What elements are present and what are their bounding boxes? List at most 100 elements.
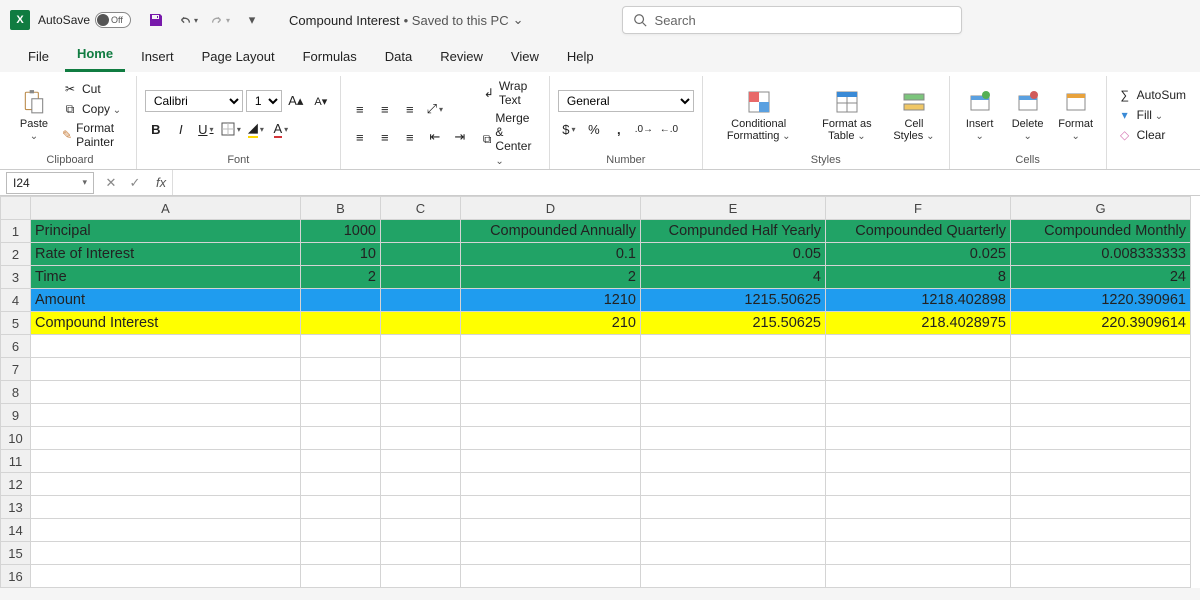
cell[interactable]: [1011, 427, 1191, 450]
cell[interactable]: [1011, 404, 1191, 427]
row-header-4[interactable]: 4: [1, 289, 31, 312]
cell[interactable]: [461, 519, 641, 542]
cell[interactable]: [1011, 335, 1191, 358]
cell[interactable]: [826, 427, 1011, 450]
cell-E1[interactable]: Compunded Half Yearly: [641, 220, 826, 243]
cell[interactable]: [381, 450, 461, 473]
row-header-6[interactable]: 6: [1, 335, 31, 358]
increase-font-icon[interactable]: A▴: [285, 90, 307, 112]
cell-A2[interactable]: Rate of Interest: [31, 243, 301, 266]
tab-data[interactable]: Data: [373, 43, 424, 72]
col-header-G[interactable]: G: [1011, 197, 1191, 220]
font-name-select[interactable]: Calibri: [145, 90, 243, 112]
cell[interactable]: [641, 358, 826, 381]
tab-file[interactable]: File: [16, 43, 61, 72]
cell-E4[interactable]: 1215.50625: [641, 289, 826, 312]
row-header-10[interactable]: 10: [1, 427, 31, 450]
cell[interactable]: [381, 542, 461, 565]
cell[interactable]: [1011, 473, 1191, 496]
cell[interactable]: [461, 381, 641, 404]
select-all-corner[interactable]: [1, 197, 31, 220]
cell[interactable]: [381, 404, 461, 427]
cell[interactable]: [641, 450, 826, 473]
cell[interactable]: [381, 427, 461, 450]
redo-icon[interactable]: [209, 9, 231, 31]
row-header-1[interactable]: 1: [1, 220, 31, 243]
row-header-11[interactable]: 11: [1, 450, 31, 473]
autosum-button[interactable]: ∑AutoSum: [1115, 86, 1188, 104]
cell-D1[interactable]: Compounded Annually: [461, 220, 641, 243]
cell[interactable]: [826, 358, 1011, 381]
cell[interactable]: [301, 519, 381, 542]
align-bottom-icon[interactable]: ≡: [399, 98, 421, 120]
cell[interactable]: [31, 565, 301, 588]
cell[interactable]: [301, 427, 381, 450]
cell[interactable]: [381, 519, 461, 542]
cell[interactable]: [461, 496, 641, 519]
cell-C3[interactable]: [381, 266, 461, 289]
cell[interactable]: [31, 542, 301, 565]
percent-format-icon[interactable]: %: [583, 118, 605, 140]
undo-icon[interactable]: [177, 9, 199, 31]
italic-button[interactable]: I: [170, 118, 192, 140]
cell[interactable]: [31, 404, 301, 427]
tab-formulas[interactable]: Formulas: [291, 43, 369, 72]
cell[interactable]: [31, 519, 301, 542]
col-header-D[interactable]: D: [461, 197, 641, 220]
paste-button[interactable]: Paste: [12, 78, 56, 152]
align-left-icon[interactable]: ≡: [349, 126, 371, 148]
cell[interactable]: [31, 381, 301, 404]
cell-B4[interactable]: [301, 289, 381, 312]
cell[interactable]: [31, 496, 301, 519]
comma-format-icon[interactable]: ,: [608, 118, 630, 140]
cell-G2[interactable]: 0.008333333: [1011, 243, 1191, 266]
increase-indent-icon[interactable]: ⇥: [449, 126, 471, 148]
cell[interactable]: [301, 404, 381, 427]
decrease-indent-icon[interactable]: ⇤: [424, 126, 446, 148]
row-header-8[interactable]: 8: [1, 381, 31, 404]
align-middle-icon[interactable]: ≡: [374, 98, 396, 120]
cell[interactable]: [641, 381, 826, 404]
fill-button[interactable]: ▾Fill: [1115, 106, 1188, 124]
cell-G3[interactable]: 24: [1011, 266, 1191, 289]
cell[interactable]: [1011, 358, 1191, 381]
cell-styles-button[interactable]: Cell Styles: [887, 78, 940, 152]
row-header-2[interactable]: 2: [1, 243, 31, 266]
cancel-formula-icon[interactable]: ✕: [100, 172, 122, 194]
row-header-7[interactable]: 7: [1, 358, 31, 381]
row-header-9[interactable]: 9: [1, 404, 31, 427]
cell-D4[interactable]: 1210: [461, 289, 641, 312]
accounting-format-icon[interactable]: $: [558, 118, 580, 140]
cell[interactable]: [1011, 496, 1191, 519]
cell[interactable]: [301, 450, 381, 473]
cell-F2[interactable]: 0.025: [826, 243, 1011, 266]
row-header-3[interactable]: 3: [1, 266, 31, 289]
decrease-decimal-icon[interactable]: ←.0: [658, 118, 680, 140]
col-header-E[interactable]: E: [641, 197, 826, 220]
col-header-A[interactable]: A: [31, 197, 301, 220]
cell[interactable]: [301, 381, 381, 404]
cell[interactable]: [1011, 542, 1191, 565]
cell-F5[interactable]: 218.4028975: [826, 312, 1011, 335]
cell-A4[interactable]: Amount: [31, 289, 301, 312]
cell-D5[interactable]: 210: [461, 312, 641, 335]
cell[interactable]: [641, 473, 826, 496]
cell[interactable]: [461, 427, 641, 450]
number-format-select[interactable]: General: [558, 90, 694, 112]
cell[interactable]: [1011, 519, 1191, 542]
align-center-icon[interactable]: ≡: [374, 126, 396, 148]
cell[interactable]: [461, 542, 641, 565]
save-icon[interactable]: [145, 9, 167, 31]
enter-formula-icon[interactable]: ✓: [124, 172, 146, 194]
cell[interactable]: [826, 381, 1011, 404]
row-header-13[interactable]: 13: [1, 496, 31, 519]
cell[interactable]: [641, 565, 826, 588]
align-top-icon[interactable]: ≡: [349, 98, 371, 120]
fill-color-button[interactable]: ◢: [245, 118, 267, 140]
cell[interactable]: [461, 473, 641, 496]
toggle-switch[interactable]: Off: [95, 12, 131, 28]
copy-button[interactable]: ⧉Copy: [60, 100, 128, 118]
conditional-formatting-button[interactable]: Conditional Formatting: [711, 78, 807, 152]
cell[interactable]: [826, 473, 1011, 496]
cell[interactable]: [301, 496, 381, 519]
